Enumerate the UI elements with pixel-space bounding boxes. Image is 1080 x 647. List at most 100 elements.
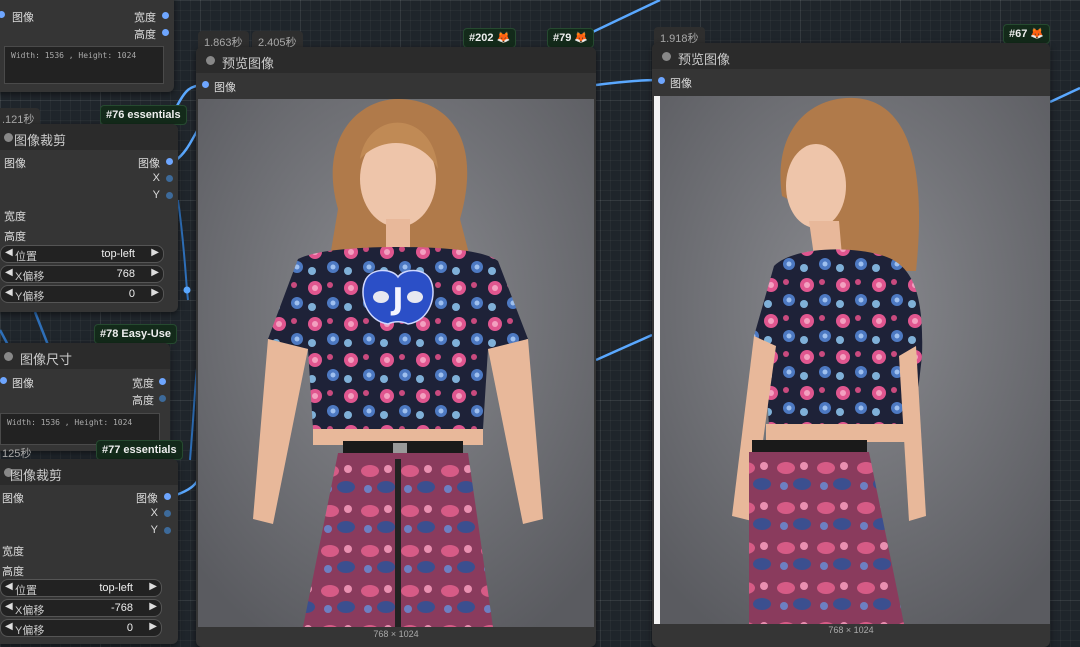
badge-79: #79 🦊 [547, 28, 595, 48]
wire-5 [595, 333, 653, 362]
input-image-label: 图像 [12, 378, 34, 390]
collapse-dot[interactable] [4, 352, 13, 361]
size-info-text[interactable]: Width: 1536 , Height: 1024 [4, 46, 164, 84]
output-x-dot[interactable] [164, 510, 171, 517]
node-title: 预览图像 [222, 56, 275, 71]
widget-value: 0 [126, 622, 133, 634]
input-width-label: 宽度 [4, 211, 26, 223]
x-offset-number[interactable]: ◀ X偏移 768 ▶ [0, 265, 164, 283]
node-image-size-top[interactable]: 图像 宽度 高度 Width: 1536 , Height: 1024 [0, 0, 174, 92]
image-dimensions: 768 × 1024 [828, 625, 874, 635]
decrement-arrow-icon[interactable]: ◀ [5, 601, 13, 612]
output-y-label: Y [152, 189, 160, 201]
widget-name: Y偏移 [15, 625, 45, 637]
badge-202: #202 🦊 [463, 28, 517, 48]
input-image-label: 图像 [12, 12, 34, 24]
output-image-dot[interactable] [164, 493, 171, 500]
decrement-arrow-icon[interactable]: ◀ [5, 621, 13, 632]
output-x-label: X [152, 172, 160, 184]
node-preview-image-1[interactable]: 预览图像 图像 J 768 × 1024 [196, 47, 596, 647]
input-image-dot[interactable] [0, 11, 5, 18]
woman-back-illustration [654, 96, 1050, 624]
wire-4 [595, 78, 659, 87]
node-header[interactable]: 图像裁剪 [0, 124, 178, 150]
input-height-label: 高度 [4, 231, 26, 243]
increment-arrow-icon[interactable]: ▶ [149, 621, 157, 632]
output-height-label: 高度 [134, 29, 156, 41]
output-height-label: 高度 [132, 395, 154, 407]
position-combo[interactable]: ◀ 位置 top-left ▶ [0, 245, 164, 263]
input-image-dot[interactable] [658, 77, 665, 84]
input-image-label: 图像 [4, 158, 26, 170]
output-y-dot[interactable] [166, 192, 173, 199]
input-height-label: 高度 [2, 566, 24, 578]
position-combo[interactable]: ◀ 位置 top-left ▶ [0, 579, 162, 597]
widget-name: Y偏移 [15, 291, 45, 303]
node-header[interactable]: 预览图像 [196, 47, 596, 73]
decrement-arrow-icon[interactable]: ◀ [5, 581, 13, 592]
node-title: 图像裁剪 [10, 468, 63, 483]
preview-image-front: J [198, 99, 594, 627]
preview-image-back [654, 96, 1050, 624]
wire-7 [1049, 86, 1080, 104]
x-offset-number[interactable]: ◀ X偏移 -768 ▶ [0, 599, 162, 617]
output-height-dot[interactable] [159, 395, 166, 402]
badge-67: #67 🦊 [1003, 24, 1051, 44]
node-image-crop-2[interactable]: 图像裁剪 图像 图像 X Y 宽度 高度 ◀ 位置 top-left ▶ ◀ X… [0, 459, 178, 644]
wire-10 [177, 199, 189, 301]
mask-letter: J [390, 282, 403, 317]
badge-78: #78 Easy-Use [94, 324, 177, 344]
badge-76: #76 essentials [100, 105, 187, 125]
output-width-label: 宽度 [134, 12, 156, 24]
input-image-label: 图像 [2, 493, 24, 505]
increment-arrow-icon[interactable]: ▶ [151, 267, 159, 278]
decrement-arrow-icon[interactable]: ◀ [5, 267, 13, 278]
output-image-label: 图像 [138, 158, 160, 170]
collapse-dot[interactable] [4, 133, 13, 142]
input-image-label: 图像 [670, 78, 692, 90]
output-image-label: 图像 [136, 493, 158, 505]
input-image-dot[interactable] [0, 377, 7, 384]
decrement-arrow-icon[interactable]: ◀ [5, 287, 13, 298]
input-image-label: 图像 [214, 82, 236, 94]
widget-value: 0 [128, 288, 135, 300]
widget-name: 位置 [15, 585, 37, 597]
image-dimensions: 768 × 1024 [373, 629, 419, 639]
node-image-crop-1[interactable]: 图像裁剪 图像 图像 X Y 宽度 高度 ◀ 位置 top-left ▶ ◀ X… [0, 124, 178, 312]
woman-front-illustration: J [198, 99, 594, 627]
output-width-dot[interactable] [162, 12, 169, 19]
output-x-label: X [150, 507, 158, 519]
badge-77: #77 essentials [96, 440, 183, 460]
increment-arrow-icon[interactable]: ▶ [149, 601, 157, 612]
output-image-dot[interactable] [166, 158, 173, 165]
collapse-dot[interactable] [206, 56, 215, 65]
output-y-label: Y [150, 524, 158, 536]
input-image-dot[interactable] [202, 81, 209, 88]
increment-arrow-icon[interactable]: ▶ [151, 247, 159, 258]
increment-arrow-icon[interactable]: ▶ [149, 581, 157, 592]
node-image-size-2[interactable]: 图像尺寸 图像 宽度 高度 Width: 1536 , Height: 1024 [0, 343, 170, 451]
widget-value: top-left [101, 248, 135, 260]
node-header[interactable]: 图像裁剪 [0, 459, 178, 485]
widget-value: top-left [99, 582, 133, 594]
y-offset-number[interactable]: ◀ Y偏移 0 ▶ [0, 619, 162, 637]
widget-name: 位置 [15, 251, 37, 263]
widget-value: 768 [116, 268, 135, 280]
output-height-dot[interactable] [162, 29, 169, 36]
widget-name: X偏移 [15, 271, 45, 283]
node-header[interactable]: 图像尺寸 [0, 343, 170, 369]
y-offset-number[interactable]: ◀ Y偏移 0 ▶ [0, 285, 164, 303]
output-y-dot[interactable] [164, 527, 171, 534]
output-width-label: 宽度 [132, 378, 154, 390]
widget-name: X偏移 [15, 605, 45, 617]
output-x-dot[interactable] [166, 175, 173, 182]
node-preview-image-2[interactable]: 预览图像 图像 768 × 1024 [652, 43, 1050, 647]
decrement-arrow-icon[interactable]: ◀ [5, 247, 13, 258]
output-width-dot[interactable] [159, 378, 166, 385]
wire-reroute-dot [183, 286, 191, 294]
wire-3 [175, 479, 200, 497]
node-header[interactable]: 预览图像 [652, 43, 1050, 69]
wire-9 [33, 311, 50, 346]
increment-arrow-icon[interactable]: ▶ [151, 287, 159, 298]
collapse-dot[interactable] [662, 52, 671, 61]
